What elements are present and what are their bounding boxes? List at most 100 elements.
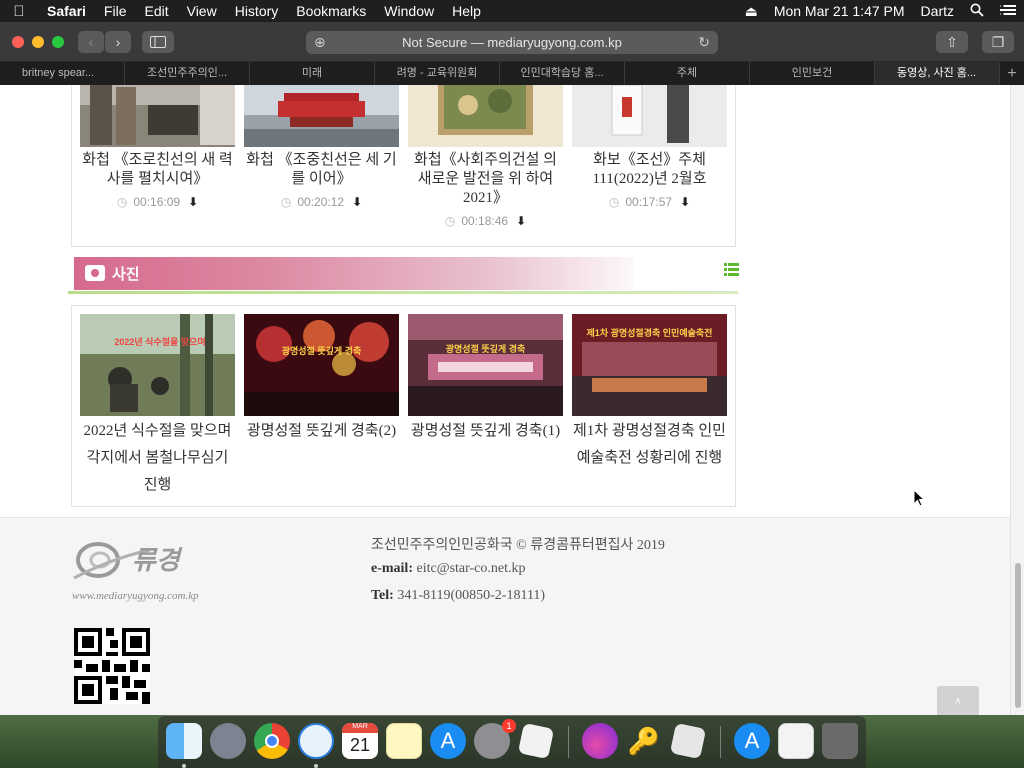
footer-email: e-mail: eitc@star-co.net.kp (371, 561, 526, 577)
camera-icon (85, 265, 105, 281)
video-duration: 00:16:09 (133, 195, 181, 209)
tab-mirae[interactable]: 미래 (250, 62, 375, 85)
download-icon[interactable]: ⬇ (188, 195, 198, 209)
tab-juche[interactable]: 주체 (625, 62, 750, 85)
menu-bookmarks[interactable]: Bookmarks (287, 0, 375, 22)
tab-grand-study-house[interactable]: 인민대학습당 홈... (500, 62, 625, 85)
tel-value: 341-8119(00850-2-18111) (397, 588, 546, 603)
download-icon[interactable]: ⬇ (516, 214, 526, 228)
tab-dprk[interactable]: 조선민주주의인... (125, 62, 250, 85)
tab-public-health[interactable]: 인민보건 (750, 62, 875, 85)
url-text: Not Secure — mediaryugyong.com.kp (402, 35, 622, 50)
dock: MAR 21 A 1 🔑 A (158, 715, 866, 768)
menu-app-name[interactable]: Safari (38, 0, 95, 22)
tab-overview-icon[interactable]: ❐ (982, 31, 1014, 53)
menu-edit[interactable]: Edit (135, 0, 177, 22)
photo-item[interactable]: 광명성절 뜻깊게 경축 광명성절 뜻깊게 경축(2) (244, 314, 399, 445)
browser-toolbar: ‹ › ⊕ Not Secure — mediaryugyong.com.kp … (0, 22, 1024, 62)
tab-video-photo-active[interactable]: 동영상, 사진 홈... (875, 62, 1000, 85)
video-item[interactable]: 화첩 《조로친선의 새 력사를 펼치시여》 ◷ 00:16:09 ⬇ (80, 85, 235, 209)
download-icon[interactable]: ⬇ (680, 195, 690, 209)
spotlight-search-icon[interactable] (962, 3, 992, 20)
app-store-download-icon[interactable]: A (734, 723, 770, 759)
sidebar-toggle-icon[interactable] (142, 31, 174, 53)
launchpad-icon[interactable] (210, 723, 246, 759)
menu-window[interactable]: Window (375, 0, 443, 22)
finder-icon[interactable] (166, 723, 202, 759)
menu-history[interactable]: History (226, 0, 288, 22)
video-caption[interactable]: 화보《조선》주체 111(2022)년 2월호 (572, 151, 727, 189)
video-caption[interactable]: 화첩《사회주의건설 의 새로운 발전을 위 하여 2021》 (408, 151, 563, 208)
tab-ryomyong[interactable]: 려명 - 교육위원회 (375, 62, 500, 85)
tab-britney[interactable]: britney spear... (0, 62, 125, 85)
scrollbar-thumb[interactable] (1015, 563, 1021, 708)
video-thumbnail[interactable] (80, 85, 235, 147)
new-tab-button[interactable]: + (1000, 62, 1024, 85)
video-caption[interactable]: 화첩 《조로친선의 새 력사를 펼치시여》 (80, 151, 235, 189)
clock-text[interactable]: Mon Mar 21 1:47 PM (766, 3, 913, 19)
list-view-icon[interactable] (724, 263, 739, 276)
document-icon[interactable] (778, 723, 814, 759)
photo-caption[interactable]: 광명성절 뜻깊게 경축(1) (408, 418, 563, 445)
roblox-studio-icon[interactable] (669, 722, 707, 760)
back-to-top-button[interactable]: ˄ (937, 686, 979, 715)
video-thumbnail[interactable] (408, 85, 563, 147)
photo-overlay-text: 광명성절 뜻깊게 경축 (281, 346, 362, 356)
photo-item[interactable]: 광명성절 뜻깊게 경축 광명성절 뜻깊게 경축(1) (408, 314, 563, 445)
menubar:  Safari File Edit View History Bookmark… (0, 0, 1024, 22)
safari-icon[interactable] (298, 723, 334, 759)
photo-thumbnail[interactable]: 광명성절 뜻깊게 경축 (244, 314, 399, 416)
keychain-icon[interactable]: 🔑 (626, 723, 662, 759)
reload-icon[interactable]: ↻ (698, 31, 710, 54)
video-thumbnail[interactable] (572, 85, 727, 147)
download-icon[interactable]: ⬇ (352, 195, 362, 209)
email-value[interactable]: eitc@star-co.net.kp (416, 561, 525, 576)
forward-button[interactable]: › (105, 31, 131, 53)
section-divider (68, 291, 738, 294)
apple-icon[interactable]:  (0, 3, 38, 20)
photo-thumbnail[interactable]: 광명성절 뜻깊게 경축 (408, 314, 563, 416)
add-tab-plus-icon[interactable]: ⊕ (314, 31, 326, 54)
trash-icon[interactable] (822, 723, 858, 759)
photo-caption[interactable]: 2022년 식수절을 맞으며 각지에서 봄철나무심기 진행 (80, 418, 235, 499)
chrome-icon[interactable] (254, 723, 290, 759)
photo-section-title: 사진 (112, 266, 140, 283)
photo-item[interactable]: 제1차 광명성절경축 인민예술축전 제1차 광명성절경축 인민예술축전 성황리에… (572, 314, 727, 472)
menu-view[interactable]: View (178, 0, 226, 22)
calendar-icon[interactable]: MAR 21 (342, 723, 378, 759)
footer-copyright: 조선민주주의인민공화국 © 류경콤퓨터편집사 2019 (371, 538, 665, 553)
video-caption[interactable]: 화첩 《조중친선은 세 기를 이어》 (244, 151, 399, 189)
clock-icon: ◷ (444, 214, 456, 228)
share-icon[interactable]: ⇧ (936, 31, 968, 53)
video-item[interactable]: 화보《조선》주체 111(2022)년 2월호 ◷ 00:17:57 ⬇ (572, 85, 727, 209)
footer-tel: Tel: 341-8119(00850-2-18111) (371, 588, 545, 604)
photo-thumbnail[interactable]: 2022년 식수절을 맞으며 (80, 314, 235, 416)
roblox-icon[interactable] (517, 722, 555, 760)
system-preferences-icon[interactable]: 1 (474, 719, 516, 759)
address-bar[interactable]: ⊕ Not Secure — mediaryugyong.com.kp ↻ (306, 31, 718, 54)
video-item[interactable]: 화첩《사회주의건설 의 새로운 발전을 위 하여 2021》 ◷ 00:18:46… (408, 85, 563, 228)
photo-thumbnail[interactable]: 제1차 광명성절경축 인민예술축전 (572, 314, 727, 416)
photo-item[interactable]: 2022년 식수절을 맞으며 2022년 식수절을 맞으며 각지에서 봄철나무심… (80, 314, 235, 499)
minimize-window-button[interactable] (32, 36, 44, 48)
user-name[interactable]: Dartz (913, 3, 962, 19)
site-logo[interactable]: 류경 (72, 528, 202, 593)
zoom-window-button[interactable] (52, 36, 64, 48)
menu-help[interactable]: Help (443, 0, 490, 22)
video-thumbnail[interactable] (244, 85, 399, 147)
page-scrollbar[interactable] (1010, 85, 1024, 715)
video-duration: 00:20:12 (297, 195, 345, 209)
control-center-icon[interactable] (992, 3, 1024, 19)
video-item[interactable]: 화첩 《조중친선은 세 기를 이어》 ◷ 00:20:12 ⬇ (244, 85, 399, 209)
potion-app-icon[interactable] (582, 723, 618, 759)
photo-overlay-text: 제1차 광명성절경축 인민예술축전 (586, 328, 713, 338)
notes-icon[interactable] (386, 723, 422, 759)
photo-caption[interactable]: 광명성절 뜻깊게 경축(2) (244, 418, 399, 445)
photo-caption[interactable]: 제1차 광명성절경축 인민예술축전 성황리에 진행 (572, 418, 727, 472)
app-store-icon[interactable]: A (430, 723, 466, 759)
eject-icon[interactable]: ⏏ (737, 3, 766, 20)
close-window-button[interactable] (12, 36, 24, 48)
menu-file[interactable]: File (95, 0, 136, 22)
back-button[interactable]: ‹ (78, 31, 104, 53)
video-duration: 00:17:57 (625, 195, 673, 209)
